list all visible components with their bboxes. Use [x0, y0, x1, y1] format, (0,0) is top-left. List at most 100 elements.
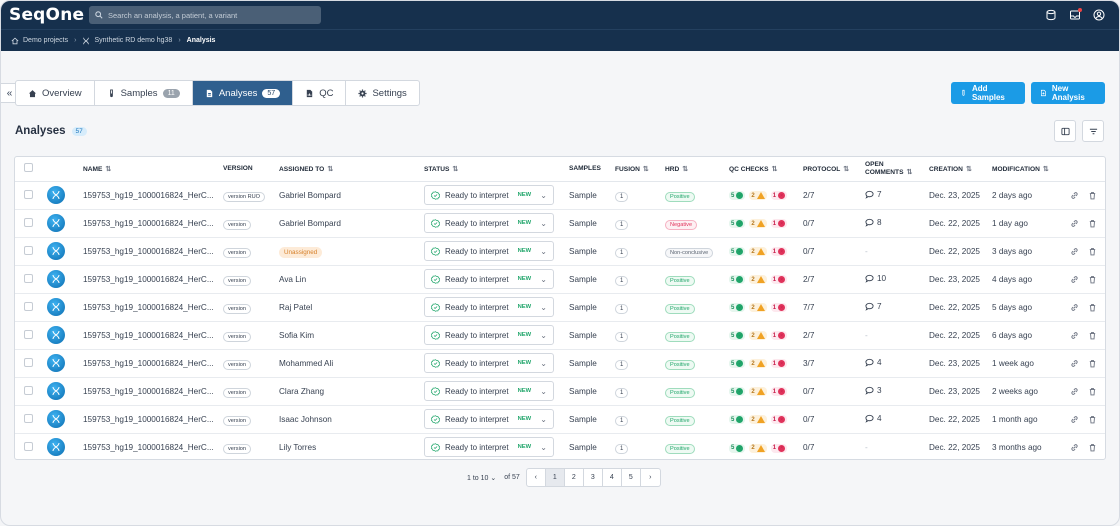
assignee-cell[interactable]: Clara Zhang: [275, 377, 420, 406]
link-icon[interactable]: [1070, 303, 1079, 312]
analysis-name[interactable]: 159753_hg19_1000016824_HerC...: [79, 265, 219, 294]
analysis-name[interactable]: 159753_hg19_1000016824_HerC...: [79, 293, 219, 322]
qc-checks-cell[interactable]: 5 ✓ 2 1 ×: [725, 293, 799, 322]
user-icon[interactable]: [1093, 9, 1105, 21]
link-icon[interactable]: [1070, 443, 1079, 452]
new-analysis-button[interactable]: New Analysis: [1031, 82, 1105, 104]
column-open-comments[interactable]: OPEN COMMENTS ⇅: [861, 157, 925, 182]
table-row[interactable]: 159753_hg19_1000016824_HerC... version A…: [15, 265, 1105, 294]
column-assigned-to[interactable]: ASSIGNED TO ⇅: [275, 157, 420, 182]
page-button[interactable]: 2: [565, 469, 584, 486]
qc-checks-cell[interactable]: 5 ✓ 2 1 ×: [725, 265, 799, 294]
samples-cell[interactable]: Sample: [565, 237, 611, 266]
tab-analyses[interactable]: Analyses 57: [192, 81, 294, 105]
status-dropdown[interactable]: Ready to interpret NEW ⌄: [424, 241, 554, 261]
comment-count[interactable]: 10: [865, 274, 886, 283]
samples-cell[interactable]: Sample: [565, 433, 611, 459]
qc-checks-cell[interactable]: 5 ✓ 2 1 ×: [725, 405, 799, 434]
trash-icon[interactable]: [1088, 275, 1097, 284]
row-checkbox[interactable]: [24, 273, 33, 283]
row-checkbox[interactable]: [24, 357, 33, 367]
comments-cell[interactable]: 7: [861, 293, 925, 322]
table-row[interactable]: 159753_hg19_1000016824_HerC... version U…: [15, 237, 1105, 266]
trash-icon[interactable]: [1088, 191, 1097, 200]
column-name[interactable]: NAME ⇅: [79, 157, 219, 182]
comments-cell[interactable]: 3: [861, 377, 925, 406]
assignee-cell[interactable]: Gabriel Bompard: [275, 209, 420, 238]
table-row[interactable]: 159753_hg19_1000016824_HerC... version L…: [15, 433, 1105, 459]
samples-cell[interactable]: Sample: [565, 209, 611, 238]
page-button[interactable]: 1: [545, 469, 565, 486]
row-checkbox[interactable]: [24, 189, 33, 199]
analysis-name[interactable]: 159753_hg19_1000016824_HerC...: [79, 181, 219, 210]
comment-count[interactable]: 4: [865, 358, 882, 367]
filter-button[interactable]: [1082, 120, 1104, 142]
table-row[interactable]: 159753_hg19_1000016824_HerC... version I…: [15, 405, 1105, 434]
sort-icon[interactable]: ⇅: [452, 166, 458, 173]
comments-cell[interactable]: -: [861, 321, 925, 350]
status-dropdown[interactable]: Ready to interpret NEW ⌄: [424, 213, 554, 233]
comments-cell[interactable]: 4: [861, 349, 925, 378]
link-icon[interactable]: [1070, 387, 1079, 396]
tab-overview[interactable]: Overview: [16, 81, 95, 105]
column-creation[interactable]: CREATION ⇅: [925, 157, 988, 182]
comments-cell[interactable]: -: [861, 433, 925, 459]
samples-cell[interactable]: Sample: [565, 321, 611, 350]
sort-icon[interactable]: ⇅: [906, 169, 912, 176]
table-row[interactable]: 159753_hg19_1000016824_HerC... version C…: [15, 377, 1105, 406]
comments-cell[interactable]: 8: [861, 209, 925, 238]
trash-icon[interactable]: [1088, 415, 1097, 424]
analysis-name[interactable]: 159753_hg19_1000016824_HerC...: [79, 209, 219, 238]
status-dropdown[interactable]: Ready to interpret NEW ⌄: [424, 381, 554, 401]
assignee-cell[interactable]: Raj Patel: [275, 293, 420, 322]
qc-checks-cell[interactable]: 5 ✓ 2 1 ×: [725, 237, 799, 266]
assignee-cell[interactable]: Ava Lin: [275, 265, 420, 294]
table-row[interactable]: 159753_hg19_1000016824_HerC... version M…: [15, 349, 1105, 378]
page-button[interactable]: 4: [603, 469, 622, 486]
qc-checks-cell[interactable]: 5 ✓ 2 1 ×: [725, 321, 799, 350]
page-button[interactable]: 5: [622, 469, 641, 486]
sort-icon[interactable]: ⇅: [643, 166, 649, 173]
select-all-checkbox[interactable]: [24, 163, 33, 173]
page-size-select[interactable]: 1 to 10 ⌄: [467, 474, 496, 482]
column-qc-checks[interactable]: QC CHECKS ⇅: [725, 157, 799, 182]
analysis-name[interactable]: 159753_hg19_1000016824_HerC...: [79, 433, 219, 459]
row-checkbox[interactable]: [24, 385, 33, 395]
status-dropdown[interactable]: Ready to interpret NEW ⌄: [424, 437, 554, 458]
trash-icon[interactable]: [1088, 443, 1097, 452]
column-protocol[interactable]: PROTOCOL ⇅: [799, 157, 861, 182]
tab-settings[interactable]: Settings: [346, 81, 418, 105]
global-search[interactable]: [89, 6, 321, 24]
assignee-cell[interactable]: Lily Torres: [275, 433, 420, 459]
qc-checks-cell[interactable]: 5 ✓ 2 1 ×: [725, 433, 799, 459]
samples-cell[interactable]: Sample: [565, 293, 611, 322]
comments-cell[interactable]: 7: [861, 181, 925, 210]
analysis-name[interactable]: 159753_hg19_1000016824_HerC...: [79, 237, 219, 266]
comment-count[interactable]: 3: [865, 386, 882, 395]
samples-cell[interactable]: Sample: [565, 349, 611, 378]
comment-count[interactable]: 8: [865, 218, 882, 227]
table-row[interactable]: 159753_hg19_1000016824_HerC... version R…: [15, 181, 1105, 210]
status-dropdown[interactable]: Ready to interpret NEW ⌄: [424, 325, 554, 345]
tab-samples[interactable]: Samples 11: [95, 81, 193, 105]
sort-icon[interactable]: ⇅: [772, 166, 778, 173]
row-checkbox[interactable]: [24, 329, 33, 339]
link-icon[interactable]: [1070, 331, 1079, 340]
sort-icon[interactable]: ⇅: [843, 166, 849, 173]
link-icon[interactable]: [1070, 359, 1079, 368]
app-logo[interactable]: SeqOne: [9, 5, 84, 25]
trash-icon[interactable]: [1088, 331, 1097, 340]
sort-icon[interactable]: ⇅: [682, 166, 688, 173]
add-samples-button[interactable]: Add Samples: [951, 82, 1025, 104]
sort-icon[interactable]: ⇅: [966, 166, 972, 173]
comments-cell[interactable]: -: [861, 237, 925, 266]
row-checkbox[interactable]: [24, 245, 33, 255]
comments-cell[interactable]: 10: [861, 265, 925, 294]
breadcrumb-item-project[interactable]: Synthetic RD demo hg38: [94, 37, 172, 44]
table-row[interactable]: 159753_hg19_1000016824_HerC... version S…: [15, 321, 1105, 350]
next-page-button[interactable]: ›: [641, 469, 660, 486]
qc-checks-cell[interactable]: 5 ✓ 2 1 ×: [725, 209, 799, 238]
sort-icon[interactable]: ⇅: [327, 166, 333, 173]
inbox-icon[interactable]: [1069, 8, 1082, 21]
analysis-name[interactable]: 159753_hg19_1000016824_HerC...: [79, 349, 219, 378]
